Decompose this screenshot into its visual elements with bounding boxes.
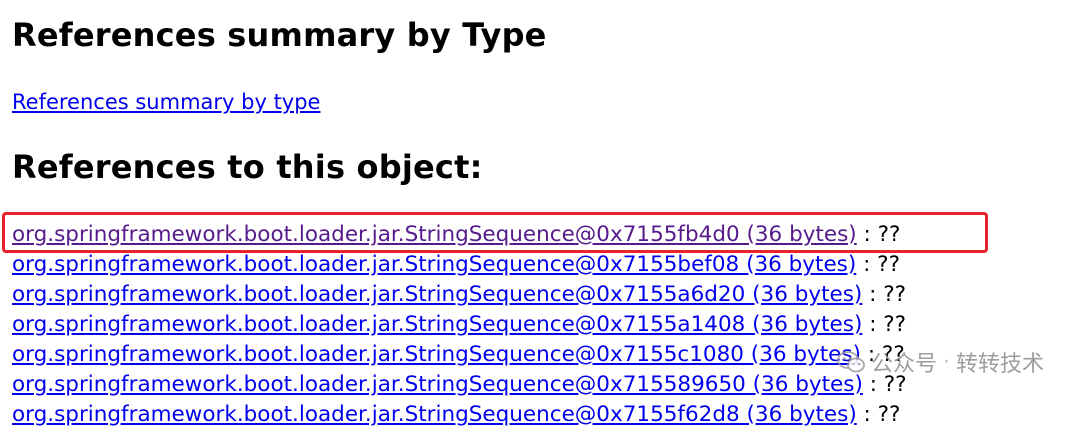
- reference-link[interactable]: org.springframework.boot.loader.jar.Stri…: [12, 372, 863, 397]
- reference-link[interactable]: org.springframework.boot.loader.jar.Stri…: [12, 252, 856, 277]
- reference-link[interactable]: org.springframework.boot.loader.jar.Stri…: [12, 342, 861, 367]
- reference-row: org.springframework.boot.loader.jar.Stri…: [12, 280, 907, 310]
- reference-suffix: : ??: [856, 402, 901, 427]
- reference-link[interactable]: org.springframework.boot.loader.jar.Stri…: [12, 282, 862, 307]
- reference-suffix: : ??: [862, 282, 907, 307]
- references-summary-link[interactable]: References summary by type: [12, 88, 320, 116]
- wechat-watermark: 公众号 · 转转技术: [837, 346, 1044, 378]
- reference-row: org.springframework.boot.loader.jar.Stri…: [12, 400, 907, 430]
- reference-row: org.springframework.boot.loader.jar.Stri…: [12, 310, 907, 340]
- reference-suffix: : ??: [856, 222, 901, 247]
- references-list: org.springframework.boot.loader.jar.Stri…: [12, 220, 907, 430]
- heading-references-to-object: References to this object:: [12, 148, 483, 186]
- reference-row: org.springframework.boot.loader.jar.Stri…: [12, 370, 907, 400]
- wechat-icon: [837, 351, 865, 373]
- reference-link[interactable]: org.springframework.boot.loader.jar.Stri…: [12, 222, 857, 247]
- heading-summary-by-type: References summary by Type: [12, 16, 547, 54]
- watermark-label: 公众号: [870, 352, 937, 377]
- reference-suffix: : ??: [856, 252, 901, 277]
- reference-link[interactable]: org.springframework.boot.loader.jar.Stri…: [12, 402, 857, 427]
- reference-suffix: : ??: [862, 312, 907, 337]
- reference-link[interactable]: org.springframework.boot.loader.jar.Stri…: [12, 312, 862, 337]
- watermark-account-name: 转转技术: [955, 352, 1044, 377]
- reference-row: org.springframework.boot.loader.jar.Stri…: [12, 250, 907, 280]
- watermark-separator: ·: [942, 349, 950, 375]
- reference-row: org.springframework.boot.loader.jar.Stri…: [12, 220, 907, 250]
- reference-row: org.springframework.boot.loader.jar.Stri…: [12, 340, 907, 370]
